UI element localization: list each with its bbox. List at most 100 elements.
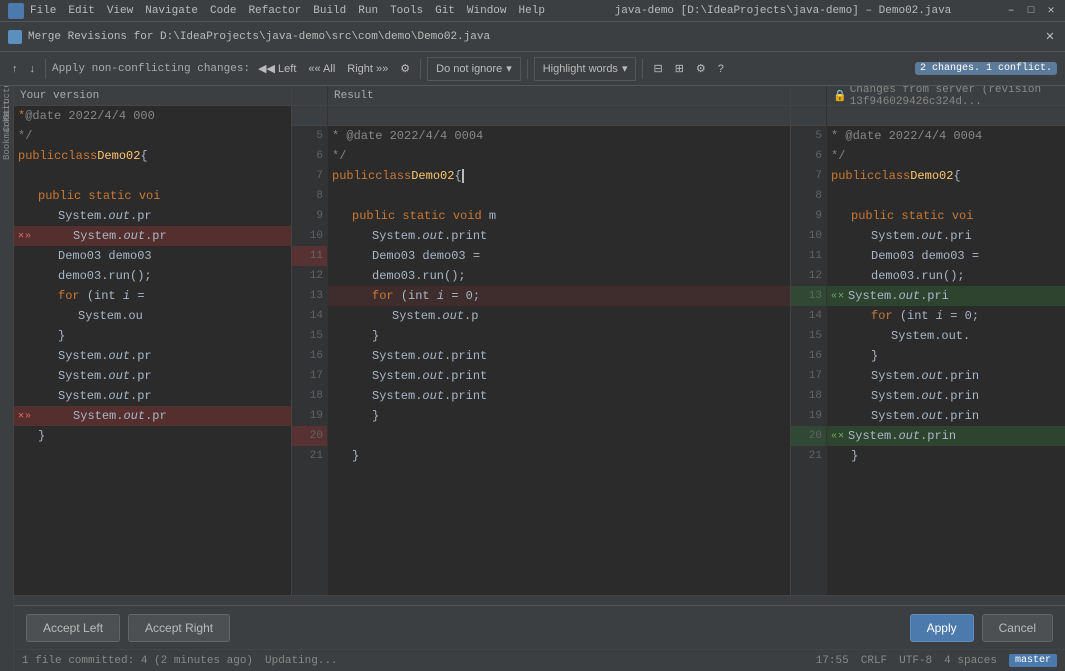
layout-button[interactable]: ⊟ bbox=[649, 57, 666, 81]
right-line-numbers: 5 6 7 8 9 10 11 12 13 14 15 16 17 18 19 … bbox=[791, 106, 827, 595]
right-conflict-markers-13[interactable]: « ✕ bbox=[831, 290, 844, 302]
rnum-11: 11 bbox=[791, 246, 826, 266]
lnum-16: 16 bbox=[292, 346, 327, 366]
lock-icon: 🔒 bbox=[833, 89, 847, 103]
rnum-header-spacer bbox=[791, 106, 826, 126]
left-line-17: System.out.pr bbox=[14, 346, 291, 366]
right-line-8 bbox=[827, 186, 1065, 206]
apply-right-button[interactable]: Right »» bbox=[343, 57, 392, 81]
menu-run[interactable]: Run bbox=[358, 5, 378, 17]
right-line-7: public class Demo02 { bbox=[827, 166, 1065, 186]
right-conflict-markers-20[interactable]: « ✕ bbox=[831, 430, 844, 442]
text-cursor bbox=[462, 169, 464, 183]
ignore-dropdown[interactable]: Do not ignore ▾ bbox=[427, 57, 521, 81]
apply-button[interactable]: Apply bbox=[910, 614, 974, 642]
result-code-area[interactable]: * @date 2022/4/4 0004 */ public class De… bbox=[328, 126, 790, 595]
left-code-panel: * @date 2022/4/4 000 */ public class Dem… bbox=[14, 106, 292, 595]
separator-4 bbox=[642, 59, 643, 79]
accept-left-button[interactable]: Accept Left bbox=[26, 614, 120, 642]
result-line-19: } bbox=[328, 406, 790, 426]
menu-view[interactable]: View bbox=[107, 5, 133, 17]
right-line-6: */ bbox=[827, 146, 1065, 166]
right-line-12: demo03.run(); bbox=[827, 266, 1065, 286]
menu-tools[interactable]: Tools bbox=[390, 5, 423, 17]
window-title: java-demo [D:\IdeaProjects\java-demo] – … bbox=[561, 5, 1005, 17]
maximize-button[interactable]: □ bbox=[1025, 5, 1037, 17]
right-header-spacer bbox=[827, 106, 1065, 126]
result-line-18: System.out.print bbox=[328, 386, 790, 406]
dropdown-arrow-icon: ▾ bbox=[506, 62, 512, 75]
menu-file[interactable]: File bbox=[30, 5, 56, 17]
left-line-20-conflict: ✕ » System.out.pr bbox=[14, 406, 291, 426]
help-button[interactable]: ? bbox=[714, 57, 728, 81]
horizontal-scrollbar[interactable] bbox=[14, 595, 1065, 605]
lnum-13: 13 bbox=[292, 286, 327, 306]
left-arrow-x[interactable]: ✕ bbox=[18, 230, 24, 242]
left-line-14: for (int i = bbox=[14, 286, 291, 306]
right-line-20-conflict: « ✕ System.out.prin bbox=[827, 426, 1065, 446]
left-line-12: Demo03 demo03 bbox=[14, 246, 291, 266]
left-code-area[interactable]: * @date 2022/4/4 000 */ public class Dem… bbox=[14, 106, 291, 595]
left-line-18: System.out.pr bbox=[14, 366, 291, 386]
right-line-5: * @date 2022/4/4 0004 bbox=[827, 126, 1065, 146]
minimize-button[interactable]: – bbox=[1005, 5, 1017, 17]
settings-button[interactable]: ⚙ bbox=[396, 57, 414, 81]
left-conflict-markers[interactable]: ✕ » bbox=[18, 230, 31, 242]
apply-left-button[interactable]: ◀◀ Left bbox=[254, 57, 300, 81]
result-line-9: public static void m bbox=[328, 206, 790, 226]
close-button[interactable]: ✕ bbox=[1045, 5, 1057, 17]
cancel-button[interactable]: Cancel bbox=[982, 614, 1053, 642]
menu-edit[interactable]: Edit bbox=[68, 5, 94, 17]
right-dbl-13[interactable]: « bbox=[831, 291, 837, 302]
apply-left-label: ◀◀ Left bbox=[258, 62, 296, 75]
menu-navigate[interactable]: Navigate bbox=[145, 5, 198, 17]
left-x-20[interactable]: ✕ bbox=[18, 410, 24, 422]
menu-git[interactable]: Git bbox=[435, 5, 455, 17]
result-line-16: System.out.print bbox=[328, 346, 790, 366]
left-conflict-markers-20[interactable]: ✕ » bbox=[18, 410, 31, 422]
menu-code[interactable]: Code bbox=[210, 5, 236, 17]
result-line-12: demo03.run(); bbox=[328, 266, 790, 286]
rnum-12: 12 bbox=[791, 266, 826, 286]
right-code-area[interactable]: * @date 2022/4/4 0004 */ public class De… bbox=[827, 126, 1065, 595]
right-dbl-20[interactable]: « bbox=[831, 431, 837, 442]
bottom-action-bar: Accept Left Accept Right Apply Cancel bbox=[14, 605, 1065, 649]
apply-all-button[interactable]: «« All bbox=[304, 57, 339, 81]
result-line-5: * @date 2022/4/4 0004 bbox=[328, 126, 790, 146]
columns-icon: ⊞ bbox=[675, 62, 684, 75]
left-line-13: demo03.run(); bbox=[14, 266, 291, 286]
menu-window[interactable]: Window bbox=[467, 5, 507, 17]
right-line-21: } bbox=[827, 446, 1065, 466]
columns-button[interactable]: ⊞ bbox=[671, 57, 688, 81]
right-x-20[interactable]: ✕ bbox=[838, 430, 844, 442]
left-panel-header: Your version bbox=[14, 86, 292, 105]
merge-title: Merge Revisions for D:\IdeaProjects\java… bbox=[28, 31, 1037, 43]
left-line-16: } bbox=[14, 326, 291, 346]
navigate-down-button[interactable]: ↓ bbox=[26, 57, 40, 81]
merge-close-button[interactable]: ✕ bbox=[1043, 30, 1057, 44]
accept-right-button[interactable]: Accept Right bbox=[128, 614, 230, 642]
left-dbl-20[interactable]: » bbox=[25, 411, 31, 422]
apply-all-label: «« All bbox=[308, 63, 335, 75]
right-line-18: System.out.prin bbox=[827, 386, 1065, 406]
sidebar-item-bookmarks[interactable]: Bookmarks bbox=[1, 130, 13, 142]
right-x-13[interactable]: ✕ bbox=[838, 290, 844, 302]
git-branch-badge[interactable]: master bbox=[1009, 654, 1057, 667]
navigate-up-button[interactable]: ↑ bbox=[8, 57, 22, 81]
left-line-7: public class Demo02 { bbox=[14, 146, 291, 166]
lnum-21: 21 bbox=[292, 446, 327, 466]
main-content: Structure Commit Bookmarks Your version … bbox=[0, 86, 1065, 671]
menu-refactor[interactable]: Refactor bbox=[248, 5, 301, 17]
gear-button[interactable]: ⚙ bbox=[692, 57, 710, 81]
rnum-16: 16 bbox=[791, 346, 826, 366]
left-arrow-dbl[interactable]: » bbox=[25, 231, 31, 242]
indent-display: 4 spaces bbox=[944, 655, 997, 667]
right-line-11: Demo03 demo03 = bbox=[827, 246, 1065, 266]
rnum-8: 8 bbox=[791, 186, 826, 206]
left-line-10: System.out.pr bbox=[14, 206, 291, 226]
menu-help[interactable]: Help bbox=[519, 5, 545, 17]
lnum-11: 11 bbox=[292, 246, 327, 266]
highlight-words-button[interactable]: Highlight words ▾ bbox=[534, 57, 637, 81]
menu-build[interactable]: Build bbox=[313, 5, 346, 17]
encoding-display: CRLF bbox=[861, 655, 887, 667]
